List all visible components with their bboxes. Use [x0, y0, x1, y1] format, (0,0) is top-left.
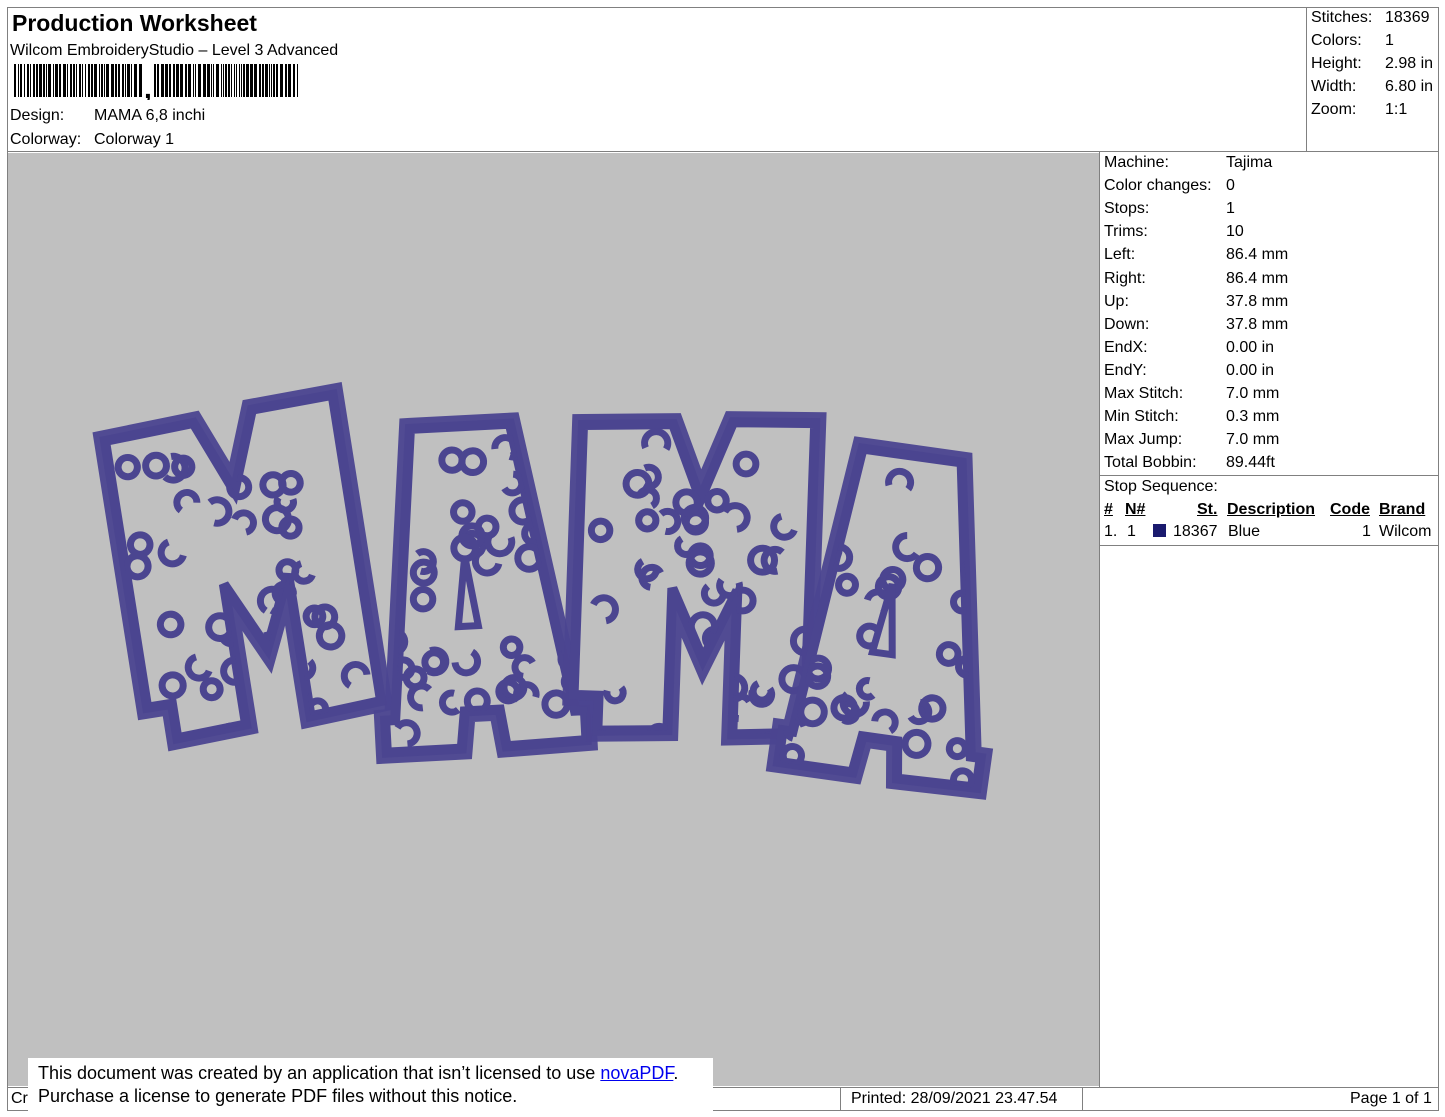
- novapdf-link[interactable]: novaPDF: [600, 1063, 673, 1083]
- endy-value: 0.00 in: [1226, 361, 1275, 379]
- stop-table-bottom: [1099, 545, 1439, 546]
- zoom-value: 1:1: [1385, 101, 1408, 118]
- row-code: 1: [1362, 523, 1371, 540]
- max-jump-label: Max Jump:: [1104, 431, 1183, 449]
- left-value: 86.4 mm: [1226, 246, 1289, 264]
- notice-line-1: This document was created by an applicat…: [38, 1062, 678, 1084]
- design-value: MAMA 6,8 inchi: [94, 107, 206, 124]
- endx-label: EndX:: [1104, 338, 1148, 356]
- width-label: Width:: [1311, 78, 1357, 95]
- col-description: Description: [1227, 501, 1316, 518]
- letter-m-1: [92, 381, 394, 752]
- page-number: Page 1 of 1: [1350, 1090, 1432, 1107]
- summary-divider: [1306, 7, 1307, 152]
- printed-date: Printed: 28/09/2021 23.47.54: [851, 1090, 1058, 1107]
- max-stitch-value: 7.0 mm: [1226, 385, 1280, 402]
- up-label: Up:: [1104, 292, 1129, 310]
- trims-value: 10: [1226, 223, 1244, 241]
- stops-label: Stops:: [1104, 200, 1150, 218]
- thread-color-swatch: [1153, 524, 1166, 537]
- colorway-value: Colorway 1: [94, 131, 175, 148]
- trims-label: Trims:: [1104, 223, 1148, 241]
- top-border: [7, 7, 1439, 8]
- total-bobbin-value: 89.44ft: [1226, 454, 1275, 472]
- embroidery-design: [92, 381, 1022, 800]
- total-bobbin-label: Total Bobbin:: [1104, 454, 1197, 472]
- letter-m-2: [562, 411, 827, 746]
- row-needle: 1: [1127, 523, 1136, 540]
- right-border: [1438, 7, 1439, 1111]
- header-bottom-border: [7, 151, 1439, 152]
- colors-label: Colors:: [1311, 32, 1362, 49]
- endy-label: EndY:: [1104, 361, 1147, 379]
- design-label: Design:: [10, 107, 65, 124]
- height-value: 2.98 in: [1385, 55, 1434, 72]
- software-name: Wilcom EmbroideryStudio – Level 3 Advanc…: [10, 42, 339, 59]
- row-brand: Wilcom: [1379, 523, 1432, 540]
- footer-divider-2: [1082, 1087, 1083, 1111]
- height-label: Height:: [1311, 55, 1362, 72]
- down-label: Down:: [1104, 315, 1150, 333]
- right-label: Right:: [1104, 269, 1146, 287]
- design-preview: [8, 153, 1099, 1086]
- svg-text:,: ,: [144, 73, 152, 100]
- stop-sequence-heading: Stop Sequence:: [1104, 478, 1218, 495]
- down-value: 37.8 mm: [1226, 315, 1289, 333]
- details-divider: [1099, 151, 1100, 1088]
- min-stitch-label: Min Stitch:: [1104, 408, 1179, 426]
- colorway-label: Colorway:: [10, 131, 82, 148]
- footer-divider-1: [840, 1087, 841, 1111]
- stop-sequence-divider: [1099, 475, 1439, 476]
- col-stitches: St.: [1197, 501, 1218, 518]
- endx-value: 0.00 in: [1226, 338, 1275, 356]
- left-label: Left:: [1104, 246, 1136, 264]
- color-changes-value: 0: [1226, 177, 1235, 195]
- notice-text-2: Purchase a license to generate PDF files…: [38, 1086, 518, 1106]
- machine-label: Machine:: [1104, 154, 1169, 171]
- col-needle: N#: [1125, 501, 1146, 518]
- notice-period: .: [673, 1063, 679, 1083]
- right-value: 86.4 mm: [1226, 269, 1289, 287]
- zoom-label: Zoom:: [1311, 101, 1357, 118]
- stitches-value: 18369: [1385, 9, 1430, 26]
- col-brand: Brand: [1379, 501, 1426, 518]
- col-code: Code: [1330, 501, 1370, 518]
- stitches-label: Stitches:: [1311, 9, 1373, 26]
- notice-text-1: This document was created by an applicat…: [38, 1063, 601, 1083]
- footer-left-fragment: Cr: [11, 1090, 28, 1107]
- license-notice: This document was created by an applicat…: [28, 1058, 713, 1112]
- stops-value: 1: [1226, 200, 1235, 218]
- barcode: ,: [14, 64, 298, 100]
- colors-value: 1: [1385, 32, 1394, 49]
- row-number: 1.: [1104, 523, 1118, 540]
- page-title: Production Worksheet: [12, 10, 257, 36]
- color-changes-label: Color changes:: [1104, 177, 1212, 195]
- max-jump-value: 7.0 mm: [1226, 431, 1280, 449]
- machine-value: Tajima: [1226, 154, 1273, 171]
- row-description: Blue: [1228, 523, 1261, 540]
- min-stitch-value: 0.3 mm: [1226, 408, 1280, 426]
- width-value: 6.80 in: [1385, 78, 1434, 95]
- row-stitches: 18367: [1173, 523, 1218, 540]
- max-stitch-label: Max Stitch:: [1104, 385, 1184, 402]
- col-number: #: [1104, 501, 1113, 518]
- up-value: 37.8 mm: [1226, 292, 1289, 310]
